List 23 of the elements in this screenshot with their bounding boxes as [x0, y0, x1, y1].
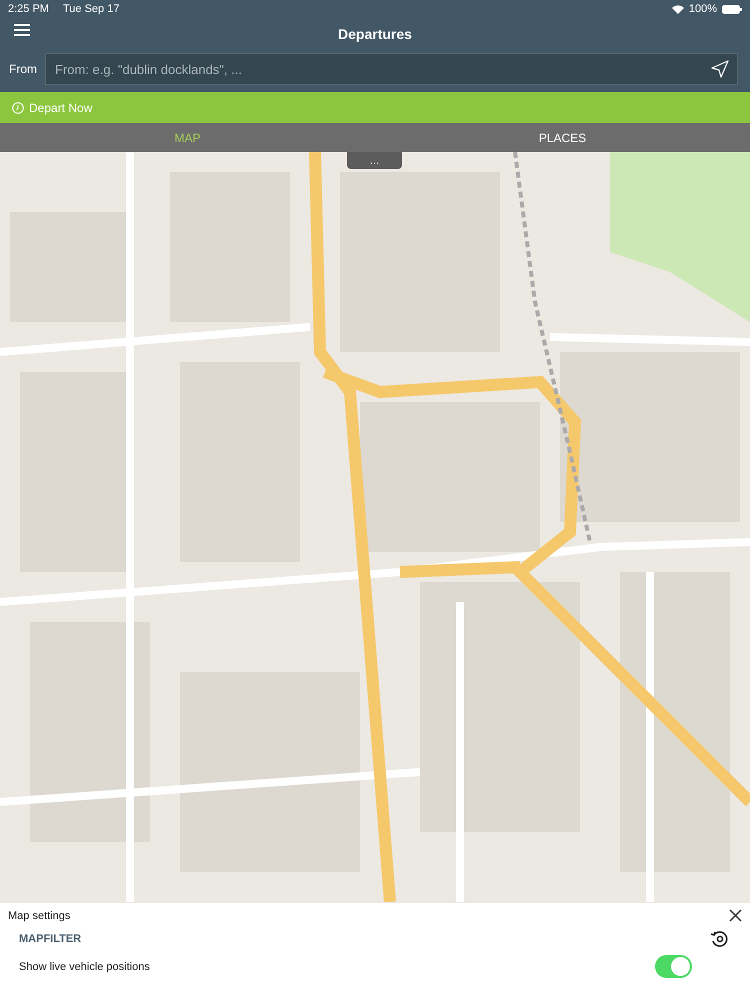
- status-time: 2:25 PM: [8, 3, 49, 15]
- from-label: From: [9, 62, 37, 76]
- option-label: Show live vehicle positions: [19, 960, 150, 972]
- clock-icon: [12, 102, 24, 114]
- close-button[interactable]: [729, 909, 742, 922]
- drawer-handle[interactable]: ...: [347, 152, 402, 169]
- close-icon: [729, 909, 742, 922]
- section-heading: MAPFILTER: [19, 933, 82, 945]
- battery-level: 100%: [688, 3, 717, 15]
- status-date: Tue Sep 17: [62, 3, 120, 15]
- reset-icon[interactable]: [710, 930, 728, 948]
- navigation-arrow-icon[interactable]: [711, 60, 729, 78]
- battery-icon: [722, 4, 742, 14]
- menu-icon: [14, 24, 30, 36]
- toggle-switch[interactable]: [655, 955, 692, 978]
- tab[interactable]: PLACES: [375, 123, 750, 152]
- menu-button[interactable]: [12, 22, 32, 38]
- tab[interactable]: MAP: [0, 123, 375, 152]
- panel-title: Map settings: [8, 910, 70, 922]
- from-field[interactable]: From: e.g. "dublin docklands", ...: [45, 53, 738, 85]
- from-input[interactable]: From: e.g. "dublin docklands", ...: [53, 60, 711, 78]
- wifi-icon: [672, 4, 684, 14]
- screen-title: Departures: [338, 26, 412, 42]
